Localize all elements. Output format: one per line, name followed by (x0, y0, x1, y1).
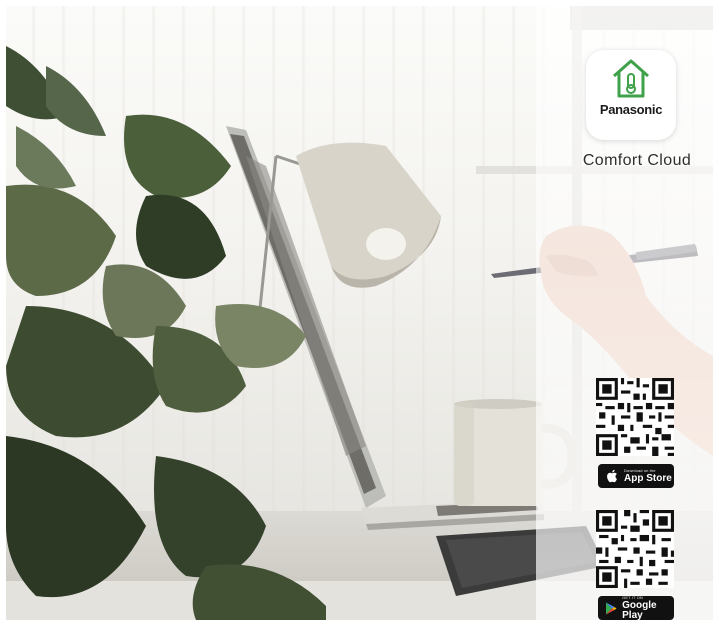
app-name: Comfort Cloud (582, 152, 692, 169)
ad-frame: Panasonic Comfort Cloud Download on the (6, 6, 713, 620)
apple-icon (603, 467, 621, 485)
plant-image (6, 46, 326, 620)
app-icon-tile[interactable]: Panasonic (586, 50, 676, 140)
brand-label: Panasonic (599, 102, 663, 117)
google-play-badge-small: GET IT ON (622, 594, 643, 600)
house-thermometer-icon (613, 59, 649, 98)
google-play-badge-big: Google Play (622, 599, 657, 620)
app-store-badge-small: Download on the (624, 467, 656, 473)
google-play-badge[interactable]: GET IT ON Google Play (598, 594, 674, 620)
app-store-badge[interactable]: Download on the App Store (598, 464, 674, 488)
qr-code-google-play[interactable] (596, 510, 674, 588)
google-play-icon (603, 599, 619, 617)
app-store-badge-big: App Store (624, 472, 672, 484)
qr-code-app-store[interactable] (596, 378, 674, 456)
